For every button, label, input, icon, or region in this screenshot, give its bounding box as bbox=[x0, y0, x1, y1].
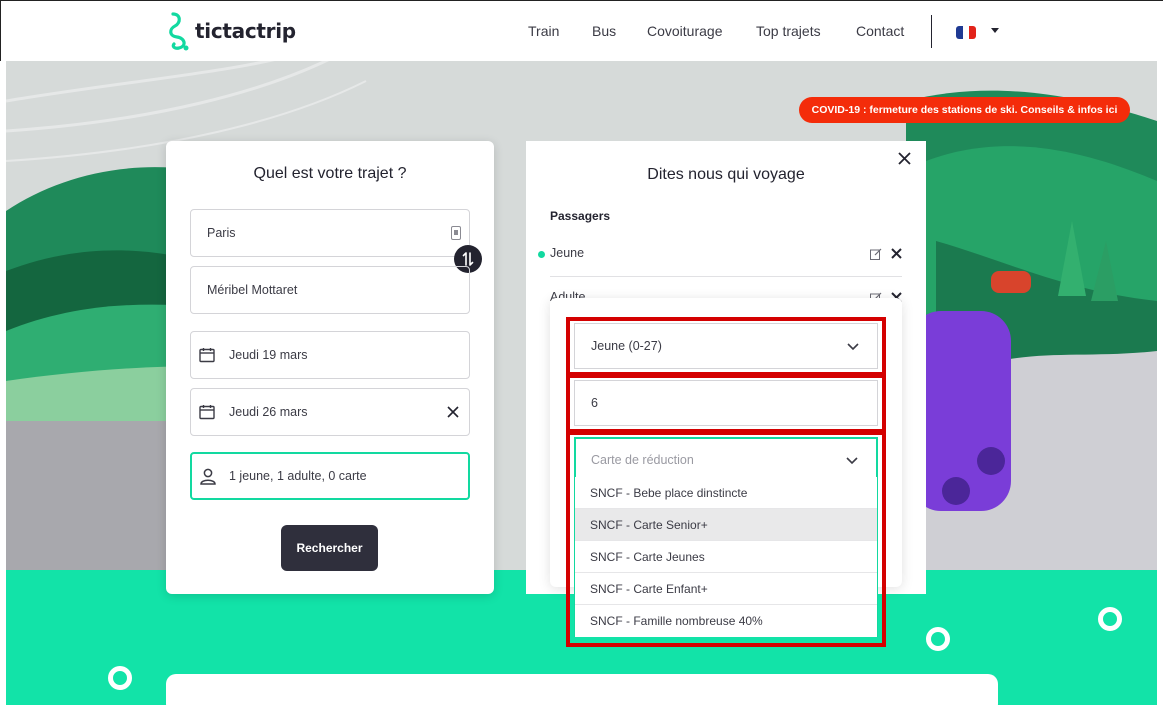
nav-divider bbox=[931, 15, 932, 48]
user-icon bbox=[200, 468, 216, 485]
calendar-icon bbox=[199, 405, 215, 420]
remove-passenger-close-icon[interactable] bbox=[891, 248, 902, 259]
destination-value: Méribel Mottaret bbox=[207, 283, 298, 297]
destination-field[interactable]: Méribel Mottaret bbox=[190, 266, 470, 314]
passenger-label: Jeune bbox=[550, 246, 585, 260]
decorative-ring-icon bbox=[1098, 607, 1122, 631]
passengers-field[interactable]: 1 jeune, 1 adulte, 0 carte bbox=[190, 452, 470, 500]
calendar-icon bbox=[199, 348, 215, 363]
nav-contact[interactable]: Contact bbox=[856, 23, 904, 39]
nav-train[interactable]: Train bbox=[528, 23, 559, 39]
top-navigation-bar: tictactrip Train Bus Covoiturage Top tra… bbox=[0, 0, 1163, 61]
nav-top-trajets[interactable]: Top trajets bbox=[756, 23, 821, 39]
clear-date-close-icon[interactable] bbox=[447, 406, 459, 418]
logo-text: tictactrip bbox=[195, 19, 296, 43]
return-date-field[interactable]: Jeudi 26 mars bbox=[190, 388, 470, 436]
nav-covoiturage[interactable]: Covoiturage bbox=[647, 23, 723, 39]
origin-value: Paris bbox=[207, 226, 236, 240]
passengers-section-label: Passagers bbox=[550, 209, 611, 223]
id-card-icon bbox=[451, 226, 461, 240]
edit-icon[interactable] bbox=[870, 248, 882, 260]
return-date-value: Jeudi 26 mars bbox=[229, 405, 308, 419]
nav-bus[interactable]: Bus bbox=[592, 23, 616, 39]
annotation-box bbox=[566, 431, 886, 647]
passenger-row-jeune[interactable]: Jeune bbox=[538, 246, 902, 277]
covid-banner[interactable]: COVID-19 : fermeture des stations de ski… bbox=[799, 97, 1130, 123]
swap-arrows-icon bbox=[462, 252, 474, 266]
annotation-box bbox=[566, 374, 886, 433]
departure-date-value: Jeudi 19 mars bbox=[229, 348, 308, 362]
search-form-card: Quel est votre trajet ? Paris Méribel Mo… bbox=[166, 141, 494, 594]
dropdown-pointer bbox=[712, 283, 744, 299]
active-dot-icon bbox=[538, 251, 545, 258]
tictactrip-logo-icon bbox=[169, 12, 189, 51]
content-card bbox=[166, 674, 998, 714]
search-form-title: Quel est votre trajet ? bbox=[253, 165, 407, 182]
passengers-summary: 1 jeune, 1 adulte, 0 carte bbox=[229, 469, 367, 483]
language-dropdown-chevron-icon[interactable] bbox=[991, 28, 999, 33]
origin-field[interactable]: Paris bbox=[190, 209, 470, 257]
logo[interactable]: tictactrip bbox=[167, 11, 296, 51]
close-icon[interactable] bbox=[898, 152, 911, 165]
departure-date-field[interactable]: Jeudi 19 mars bbox=[190, 331, 470, 379]
fr-flag-icon[interactable] bbox=[956, 26, 977, 39]
annotation-box bbox=[566, 317, 886, 376]
decorative-ring-icon bbox=[108, 666, 132, 690]
passengers-panel-title: Dites nous qui voyage bbox=[647, 166, 805, 183]
decorative-ring-icon bbox=[926, 627, 950, 651]
search-button[interactable]: Rechercher bbox=[281, 525, 378, 571]
